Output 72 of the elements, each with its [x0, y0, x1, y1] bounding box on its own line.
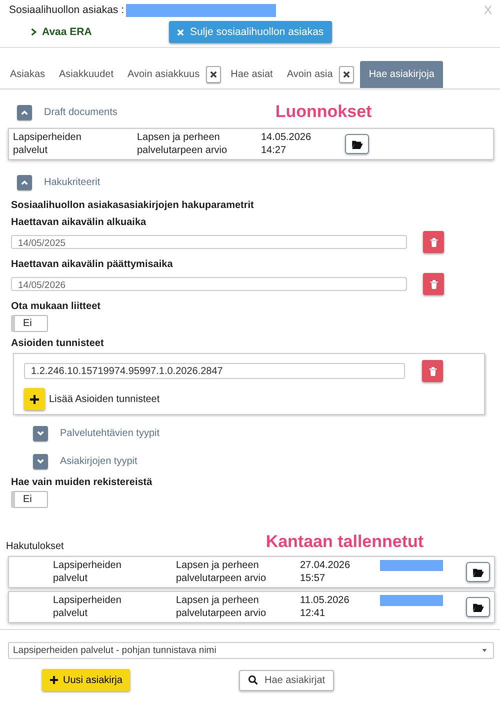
delete-button[interactable]: [423, 231, 444, 253]
plus-icon: [50, 676, 58, 684]
tab[interactable]: Asiakas: [6, 61, 50, 88]
folder-icon: [472, 602, 484, 612]
caret-icon: [482, 649, 487, 652]
date-text: 27.04.2026 15:57: [300, 559, 352, 585]
chevron-icon: [20, 178, 29, 186]
section-title: Draft documents: [44, 106, 118, 118]
close-tab-button[interactable]: [338, 66, 354, 83]
service-text: Lapsiperheiden palvelut: [13, 131, 82, 157]
date-text: 11.05.2026 12:41: [300, 594, 350, 620]
field-label: Haettavan aikavälin päättymisaika: [11, 259, 174, 270]
toggle-switch[interactable]: Ei: [11, 491, 48, 508]
annotation: Kantaan tallennetut: [266, 532, 424, 552]
trash-icon: [428, 366, 436, 376]
open-folder-button[interactable]: [345, 134, 369, 154]
tab[interactable]: Avoin asiakkuus: [124, 61, 204, 88]
add-label: Lisää Asioiden tunnisteet: [49, 394, 160, 404]
folder-icon: [352, 140, 362, 148]
window-title: Sosiaalihuollon asiakas :: [9, 4, 124, 16]
new-document-button[interactable]: Uusi asiakirja: [42, 669, 130, 691]
date-field[interactable]: 14/05/2026: [11, 277, 407, 291]
open-era-link[interactable]: Avaa ERA: [31, 26, 169, 38]
tab[interactable]: Avoin asia: [282, 61, 337, 88]
open-folder-button[interactable]: [466, 562, 490, 582]
close-tab-button[interactable]: [206, 66, 221, 83]
section-title: Palvelutehtävien tyypit: [60, 428, 160, 438]
trash-icon: [430, 238, 438, 246]
document-text: Lapsen ja perheen palvelutarpeen arvio: [176, 594, 268, 620]
date-field[interactable]: 14/05/2025: [11, 235, 407, 249]
results-title: Hakutulokset: [6, 541, 64, 552]
form-heading: Sosiaalihuollon asiakasasiakirjojen hakuparametrit: [11, 200, 255, 211]
collapse-button[interactable]: [17, 104, 32, 120]
folder-icon: [472, 568, 484, 576]
expand-button[interactable]: [33, 454, 48, 468]
section-title: Hakukriteerit: [44, 176, 100, 188]
delete-button[interactable]: [422, 360, 443, 382]
close-icon: [342, 71, 350, 78]
trash-icon: [430, 280, 438, 288]
toggle-switch[interactable]: Ei: [11, 315, 48, 332]
chevron-icon: [31, 28, 37, 36]
tab[interactable]: Asiakkuudet: [55, 61, 118, 88]
close-icon: [177, 28, 184, 36]
service-text: Lapsiperheiden palvelut: [53, 559, 122, 585]
field-label: Asioiden tunnisteet: [11, 338, 105, 349]
search-button[interactable]: Hae asiakirjat: [239, 670, 334, 690]
open-folder-button[interactable]: [466, 597, 490, 617]
date-text: 14.05.2026 14:27: [261, 131, 312, 157]
search-icon: [248, 675, 258, 685]
delete-button[interactable]: [423, 273, 444, 295]
tab[interactable]: Hae asiakirjoja: [360, 61, 444, 88]
field-label: Ota mukaan liitteet: [11, 301, 102, 312]
identifier-field[interactable]: 1.2.246.10.15719974.95997.1.0.2026.2847: [24, 363, 405, 379]
collapse-button[interactable]: [17, 174, 32, 190]
expand-button[interactable]: [33, 426, 48, 440]
document-text: Lapsen ja perheen palvelutarpeen arvio: [137, 131, 228, 157]
chevron-icon: [36, 456, 45, 466]
tab[interactable]: Hae asiat: [226, 61, 277, 88]
close-icon: [210, 71, 217, 78]
chevron-icon: [20, 108, 29, 116]
field-label: Haettavan aikavälin alkuaika: [11, 217, 148, 228]
chevron-icon: [36, 428, 45, 438]
annotation: Luonnokset: [275, 102, 372, 122]
service-text: Lapsiperheiden palvelut: [53, 594, 122, 620]
add-button[interactable]: [24, 388, 45, 410]
document-text: Lapsen ja perheen palvelutarpeen arvio: [176, 559, 268, 585]
template-select[interactable]: Lapsiperheiden palvelut - pohjan tunnistava nimi: [8, 642, 494, 659]
section-title: Asiakirjojen tyypit: [60, 456, 138, 466]
redaction-bar: [380, 595, 443, 606]
plus-icon: [30, 394, 39, 404]
field-label: Hae vain muiden rekistereistä: [11, 477, 154, 488]
redaction-bar: [380, 560, 443, 571]
